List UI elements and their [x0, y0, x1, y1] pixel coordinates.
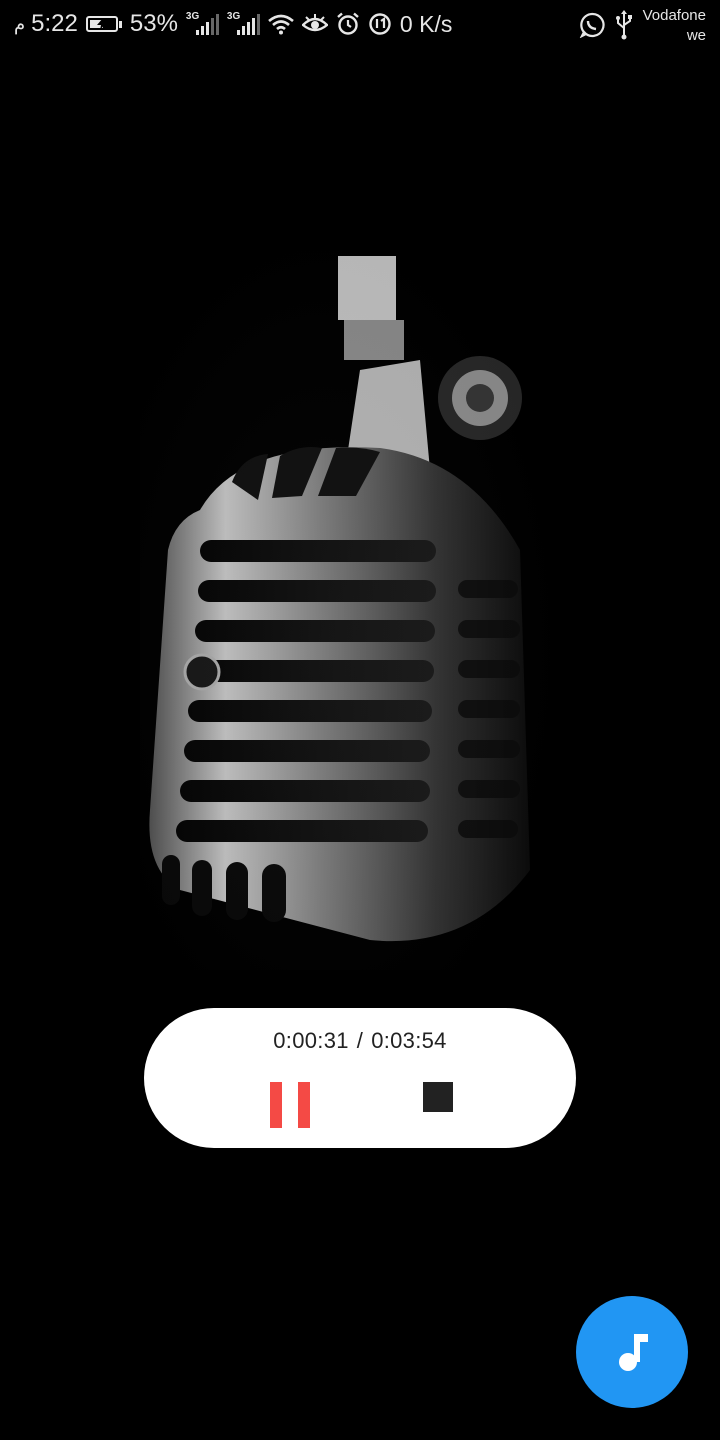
network-speed: 0 K/s [399, 10, 453, 37]
elapsed-time: 0:00:31 [273, 1028, 349, 1053]
whatsapp-icon [579, 12, 605, 38]
carrier-line-1: Vodafone [642, 7, 706, 24]
charging-battery-icon [85, 16, 122, 32]
clock: 5:22 [31, 10, 78, 37]
time-separator: / [356, 1028, 364, 1053]
recorder-screen: م 5:22 53% 3G 3G 0 K/s Vodafone we 0:00:… [0, 0, 720, 1440]
wifi-icon [268, 13, 294, 35]
music-note-icon [619, 1334, 648, 1371]
eye-icon [301, 14, 328, 34]
carrier-line-2: we [686, 27, 706, 44]
status-bar: م 5:22 53% 3G 3G 0 K/s Vodafone we [0, 0, 720, 52]
ampm-indicator: م [14, 13, 26, 34]
stop-icon [423, 1082, 453, 1112]
pause-icon [270, 1082, 282, 1128]
status-left: م 5:22 53% 3G 3G 0 K/s [14, 10, 452, 38]
playback-time: 0:00:31 / 0:03:54 [144, 1028, 576, 1054]
network-type-sim2: 3G [226, 11, 241, 22]
data-saver-icon [368, 12, 392, 36]
music-library-fab[interactable] [576, 1296, 688, 1408]
stop-button[interactable] [414, 1074, 462, 1122]
playback-card: 0:00:31 / 0:03:54 [144, 1008, 576, 1148]
status-right: Vodafone we [579, 6, 706, 46]
pause-icon [298, 1082, 310, 1128]
battery-percent: 53% [129, 10, 178, 37]
network-type-sim1: 3G [185, 11, 200, 22]
signal-icon: 3G [226, 11, 260, 35]
microphone-artwork [140, 250, 550, 970]
pause-button[interactable] [262, 1078, 318, 1134]
usb-icon [615, 10, 633, 40]
total-duration: 0:03:54 [371, 1028, 447, 1053]
carrier-label: Vodafone we [643, 6, 706, 46]
signal-icon: 3G [185, 11, 219, 35]
alarm-icon [336, 12, 360, 36]
